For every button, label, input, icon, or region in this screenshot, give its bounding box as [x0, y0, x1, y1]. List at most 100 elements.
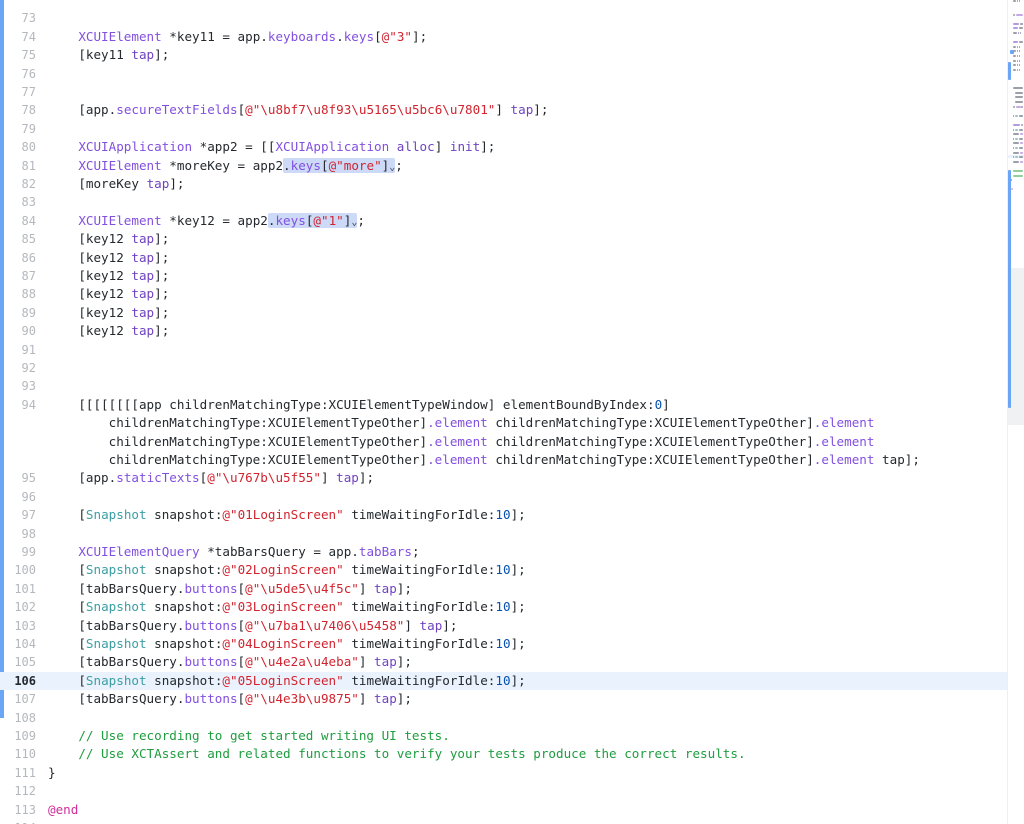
- code-line[interactable]: [0, 0, 1008, 9]
- code-token-plain: ];: [510, 562, 526, 578]
- code-line[interactable]: 74 XCUIElement *key11 = app.keyboards.key…: [0, 28, 1008, 46]
- code-line[interactable]: 80 XCUIApplication *app2 = [[XCUIApplicat…: [0, 138, 1008, 156]
- code-token-prop: buttons: [184, 654, 238, 670]
- code-line[interactable]: 75 [key11 tap];: [0, 46, 1008, 64]
- code-line[interactable]: 91: [0, 341, 1008, 359]
- code-line-active[interactable]: 106 [Snapshot snapshot:@"05LoginScreen" t…: [0, 671, 1008, 691]
- line-number: 87: [21, 269, 36, 283]
- minimap-slider[interactable]: [1008, 170, 1011, 408]
- code-line[interactable]: 89 [key12 tap];: [0, 304, 1008, 322]
- code-line-text: [[[[[[[[app childrenMatchingType:XCUIEle…: [78, 396, 669, 414]
- code-line-text: [app.secureTextFields[@"\u8bf7\u8f93\u51…: [78, 101, 548, 119]
- code-line[interactable]: 101 [tabBarsQuery.buttons[@"\u5de5\u4f5c"…: [0, 580, 1008, 598]
- code-line[interactable]: 81 XCUIElement *moreKey = app2.keys[@"mor…: [0, 157, 1008, 175]
- code-line[interactable]: 97 [Snapshot snapshot:@"01LoginScreen" ti…: [0, 506, 1008, 524]
- code-line[interactable]: 83: [0, 193, 1008, 211]
- code-line[interactable]: 103 [tabBarsQuery.buttons[@"\u7ba1\u7406\…: [0, 617, 1008, 635]
- code-token-prop: buttons: [184, 691, 238, 707]
- minimap-token: [1019, 160, 1023, 163]
- code-token-type: XCUIElement: [78, 157, 162, 173]
- minimap-slider-segment[interactable]: [1008, 62, 1011, 80]
- code-token-plain: [tabBarsQuery.: [78, 580, 185, 596]
- code-token-plain: ];: [510, 599, 526, 615]
- code-line[interactable]: 99 XCUIElementQuery *tabBarsQuery = app.t…: [0, 543, 1008, 561]
- code-line[interactable]: 82 [moreKey tap];: [0, 175, 1008, 193]
- minimap-token: [1013, 174, 1023, 177]
- code-token-plain: ];: [533, 102, 549, 118]
- code-token-plain: [tabBarsQuery.: [78, 617, 185, 633]
- code-token-class: Snapshot: [85, 636, 147, 651]
- code-token-plain: ;: [411, 544, 420, 559]
- code-token-plain: [: [78, 562, 86, 578]
- code-line[interactable]: 108: [0, 709, 1008, 727]
- code-line[interactable]: 113 @end: [0, 801, 1008, 819]
- code-line[interactable]: 77: [0, 83, 1008, 101]
- minimap-token: [1018, 50, 1020, 53]
- code-token-plain: [key12: [78, 286, 132, 302]
- code-text-area[interactable]: 73 74 XCUIElement *key11 = app.keyboards.k…: [0, 0, 1008, 824]
- code-line[interactable]: 78 [app.secureTextFields[@"\u8bf7\u8f93\u…: [0, 101, 1008, 119]
- minimap-token: [1015, 128, 1019, 131]
- code-line[interactable]: 98: [0, 525, 1008, 543]
- minimap-token: [1016, 64, 1019, 67]
- code-line-text: [Snapshot snapshot:@"03LoginScreen" time…: [78, 598, 525, 616]
- code-token-method: tap: [131, 323, 155, 339]
- code-line[interactable]: 79: [0, 120, 1008, 138]
- code-line[interactable]: childrenMatchingType:XCUIElementTypeOthe…: [0, 414, 1008, 432]
- code-line[interactable]: childrenMatchingType:XCUIElementTypeOthe…: [0, 451, 1008, 469]
- code-line[interactable]: 76: [0, 65, 1008, 83]
- code-token-prop: tabBars: [358, 544, 412, 559]
- code-line[interactable]: 93: [0, 377, 1008, 395]
- code-token-class: Snapshot: [85, 507, 147, 523]
- line-number: 88: [21, 287, 36, 302]
- code-line[interactable]: 100 [Snapshot snapshot:@"02LoginScreen" t…: [0, 561, 1008, 579]
- code-line[interactable]: 114: [0, 819, 1008, 824]
- code-line[interactable]: 104 [Snapshot snapshot:@"04LoginScreen" t…: [0, 635, 1008, 653]
- minimap-token: [1015, 91, 1023, 94]
- code-token-str: @"more": [328, 157, 382, 173]
- code-token-class: Snapshot: [85, 562, 147, 578]
- code-line[interactable]: 85 [key12 tap];: [0, 230, 1008, 248]
- code-line[interactable]: 112: [0, 782, 1008, 800]
- code-token-plain: ];: [154, 304, 170, 320]
- code-line[interactable]: 90 [key12 tap];: [0, 322, 1008, 340]
- code-token-plain: [key12: [78, 231, 132, 247]
- code-line[interactable]: 92: [0, 359, 1008, 377]
- code-line-text: // Use XCTAssert and related functions t…: [78, 745, 745, 763]
- code-line[interactable]: 102 [Snapshot snapshot:@"03LoginScreen" t…: [0, 598, 1008, 616]
- code-line[interactable]: childrenMatchingType:XCUIElementTypeOthe…: [0, 433, 1008, 451]
- minimap-token: [1020, 124, 1023, 126]
- minimap-token: [1013, 27, 1018, 30]
- code-token-plain: ];: [412, 28, 428, 44]
- code-editor[interactable]: 73 74 XCUIElement *key11 = app.keyboards.k…: [0, 0, 1024, 824]
- code-line[interactable]: 111}: [0, 764, 1008, 782]
- code-line-text: [tabBarsQuery.buttons[@"\u4e2a\u4eba"] t…: [78, 653, 412, 671]
- code-line[interactable]: 109 // Use recording to get started writi…: [0, 727, 1008, 745]
- code-line[interactable]: 95 [app.staticTexts[@"\u767b\u5f55"] tap]…: [0, 469, 1008, 487]
- code-token-prop: .element: [813, 433, 875, 449]
- code-token-plain: timeWaitingForIdle:: [343, 507, 496, 523]
- code-line-text: [key12 tap];: [78, 230, 169, 248]
- code-token-plain: [key11: [78, 47, 132, 63]
- code-token-method: tap: [131, 47, 155, 63]
- minimap-token: [1016, 0, 1019, 2]
- code-line[interactable]: 87 [key12 tap];: [0, 267, 1008, 285]
- code-line[interactable]: 86 [key12 tap];: [0, 249, 1008, 267]
- code-line[interactable]: 94 [[[[[[[[app childrenMatchingType:XCUIE…: [0, 396, 1008, 414]
- code-token-plain: ]: [358, 691, 375, 707]
- minimap-token: [1019, 156, 1023, 159]
- code-line[interactable]: 73: [0, 9, 1008, 27]
- code-line[interactable]: 105 [tabBarsQuery.buttons[@"\u4e2a\u4eba"…: [0, 653, 1008, 671]
- code-token-prop: .element: [813, 452, 875, 467]
- code-line[interactable]: 107 [tabBarsQuery.buttons[@"\u4e3b\u9875"…: [0, 690, 1008, 708]
- code-line[interactable]: 110 // Use XCTAssert and related function…: [0, 745, 1008, 763]
- code-line[interactable]: 88 [key12 tap];: [0, 285, 1008, 303]
- code-line-text: [tabBarsQuery.buttons[@"\u5de5\u4f5c"] t…: [78, 580, 412, 598]
- code-line[interactable]: 96: [0, 488, 1008, 506]
- code-token-plain: timeWaitingForIdle:: [343, 562, 496, 578]
- code-line[interactable]: 84 XCUIElement *key12 = app2.keys[@"1"]⌄;: [0, 212, 1008, 230]
- code-minimap[interactable]: [1007, 0, 1024, 824]
- code-token-plain: ];: [510, 507, 526, 523]
- minimap-token: [1013, 133, 1020, 136]
- code-line-text: [Snapshot snapshot:@"02LoginScreen" time…: [78, 561, 525, 579]
